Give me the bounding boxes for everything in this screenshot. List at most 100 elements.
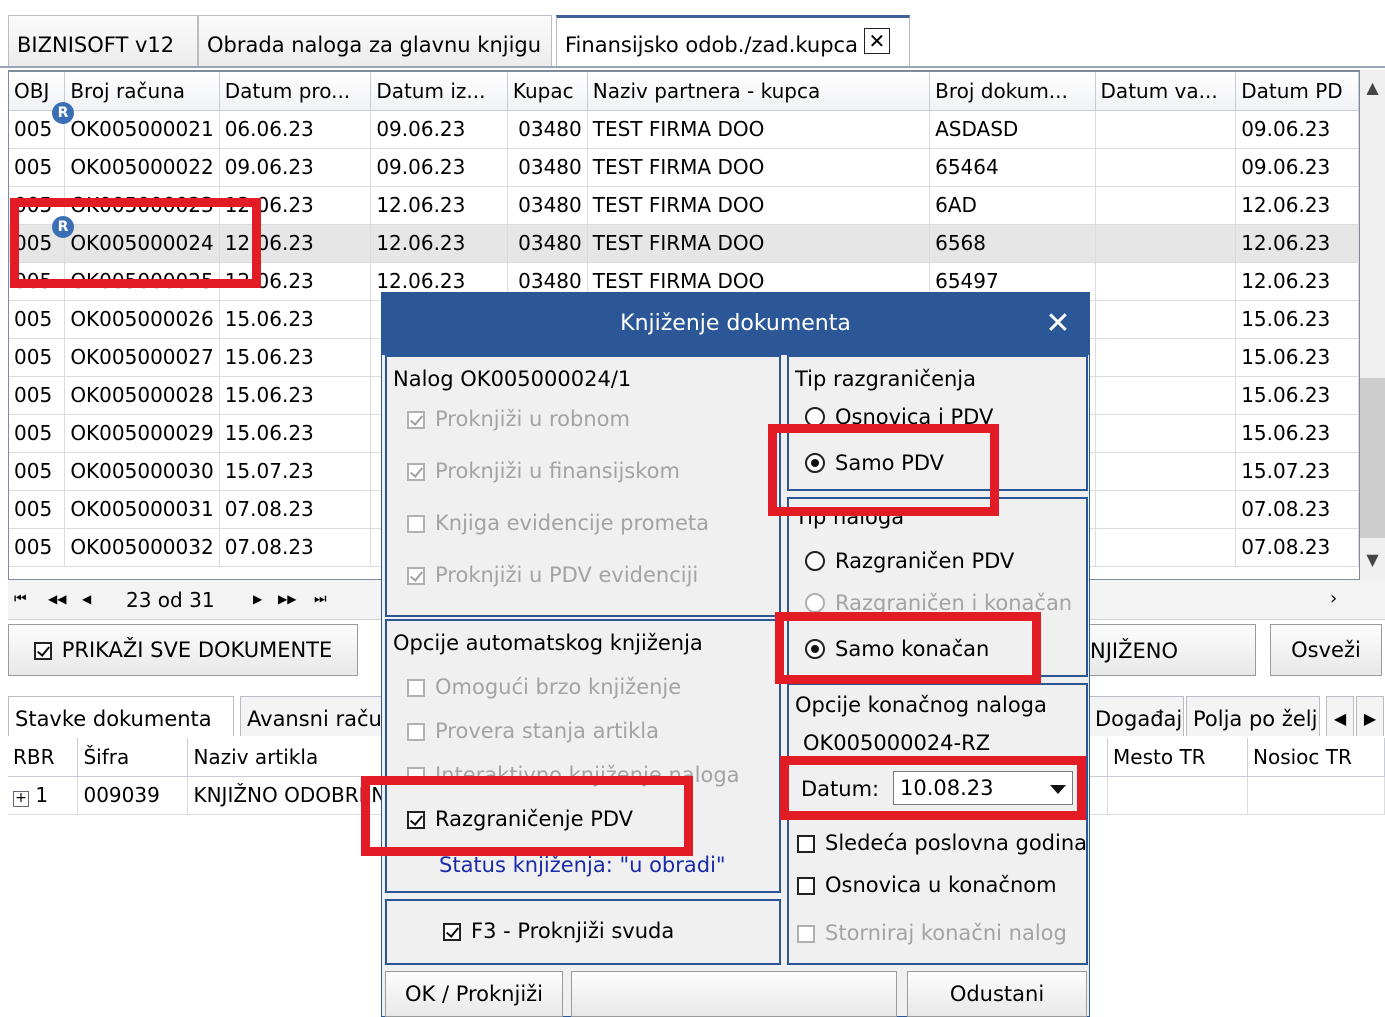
table-cell: OK005000021	[64, 110, 220, 149]
next-fiscal-year-checkbox[interactable]: Sledeća poslovna godina	[797, 831, 1086, 855]
table-cell	[1095, 148, 1237, 187]
tab-biznisoft[interactable]: BIZNISOFT v12	[8, 15, 198, 67]
col-header[interactable]: Broj računa	[64, 72, 220, 111]
radio-deferred-and-final[interactable]: Razgraničen i konačan	[805, 591, 1072, 615]
chevron-down-icon[interactable]	[1050, 785, 1066, 794]
table-cell: 12.06.23	[1235, 262, 1359, 301]
checkbox-icon	[797, 925, 815, 943]
close-icon[interactable]: ✕	[1043, 293, 1073, 355]
record-position: 23 od 31	[126, 588, 215, 612]
interactive-posting-checkbox[interactable]: Interaktivno knjiženje naloga	[407, 763, 740, 787]
tab-label: Polja po želj	[1193, 707, 1318, 731]
radio-final-only[interactable]: Samo konačan	[805, 637, 989, 661]
stock-check-checkbox[interactable]: Provera stanja artikla	[407, 719, 659, 743]
post-everywhere-group: F3 - Proknjiži svuda	[385, 899, 781, 965]
cancel-button[interactable]: Odustani	[907, 971, 1087, 1017]
table-cell: 005	[9, 148, 66, 187]
expand-icon[interactable]: +	[13, 791, 29, 807]
tab-polja-po-zelji[interactable]: Polja po želj	[1186, 696, 1320, 736]
table-cell: 09.06.23	[370, 110, 508, 149]
table-cell: TEST FIRMA DOO	[587, 110, 931, 149]
table-row[interactable]: 005 OK005000024 12.06.23 12.06.23 03480 TEST …	[9, 224, 1359, 263]
table-cell: 12.06.23	[1235, 224, 1359, 263]
col-header[interactable]: Datum PD	[1235, 72, 1359, 111]
table-row[interactable]: 005 OK005000021 06.06.23 09.06.23 03480 TEST …	[9, 110, 1359, 149]
table-cell: OK005000025	[64, 262, 220, 301]
tab-scroll-left-icon[interactable]: ◀	[1326, 696, 1354, 736]
show-all-documents-checkbox[interactable]: PRIKAŽI SVE DOKUMENTE	[8, 624, 358, 676]
table-cell	[1095, 490, 1237, 529]
col-header[interactable]: Datum va...	[1095, 72, 1237, 111]
col-header[interactable]: Mesto TR	[1107, 738, 1248, 777]
tab-finansijsko-odobrenje[interactable]: Finansijsko odob./zad.kupca ✕	[556, 15, 910, 67]
radio-icon	[805, 639, 825, 659]
post-everywhere-checkbox[interactable]: F3 - Proknjiži svuda	[443, 919, 674, 943]
col-header[interactable]: RBR	[8, 738, 79, 777]
next-page-icon[interactable]: ▶▶	[278, 592, 296, 606]
last-record-icon[interactable]: ⏭	[314, 591, 327, 607]
fast-posting-checkbox[interactable]: Omogući brzo knjiženje	[407, 675, 681, 699]
table-cell: 09.06.23	[219, 148, 372, 187]
scroll-right-icon[interactable]: ›	[1330, 588, 1337, 609]
tab-avansni-racuni[interactable]: Avansni raču	[240, 696, 382, 736]
post-fin-checkbox[interactable]: Proknjiži u finansijskom	[407, 459, 680, 483]
next-record-icon[interactable]: ▶	[253, 592, 262, 606]
table-cell: OK005000026	[64, 300, 220, 339]
prev-record-icon[interactable]: ◀	[82, 592, 91, 606]
checkbox-icon	[407, 463, 425, 481]
radio-label: Razgraničen PDV	[835, 549, 1015, 573]
tab-obrada-naloga[interactable]: Obrada naloga za glavnu knjigu	[198, 15, 552, 67]
kep-checkbox[interactable]: Knjiga evidencije prometa	[407, 511, 709, 535]
table-cell: 07.08.23	[1235, 528, 1359, 567]
col-header[interactable]: Datum pro...	[219, 72, 372, 111]
col-header[interactable]: Šifra	[77, 738, 189, 777]
table-cell: 005	[9, 300, 66, 339]
vat-deferral-checkbox[interactable]: Razgraničenje PDV	[407, 807, 633, 831]
r-badge-icon: R	[52, 102, 74, 124]
tab-scroll-right-icon[interactable]: ▶	[1356, 696, 1384, 736]
table-cell: 12.06.23	[1235, 186, 1359, 225]
radio-vat-only[interactable]: Samo PDV	[805, 451, 944, 475]
col-header[interactable]: Nosioc TR	[1247, 738, 1385, 777]
table-cell: 15.07.23	[1235, 452, 1359, 491]
grid-vertical-scrollbar[interactable]: ▲ ▼	[1360, 70, 1385, 580]
post-robno-checkbox[interactable]: Proknjiži u robnom	[407, 407, 630, 431]
table-cell: 12.06.23	[219, 224, 372, 263]
col-header[interactable]: Broj dokum...	[929, 72, 1096, 111]
checkbox-icon	[407, 811, 425, 829]
ok-post-button[interactable]: OK / Proknjiži	[385, 971, 563, 1017]
radio-base-and-vat[interactable]: Osnovica i PDV	[805, 405, 993, 429]
col-header[interactable]: Datum iz...	[370, 72, 508, 111]
table-row[interactable]: 005 OK005000022 09.06.23 09.06.23 03480 TEST …	[9, 148, 1359, 187]
table-cell: 15.06.23	[1235, 300, 1359, 339]
close-tab-icon[interactable]: ✕	[863, 28, 890, 54]
radio-deferred-vat[interactable]: Razgraničen PDV	[805, 549, 1014, 573]
prev-page-icon[interactable]: ◀◀	[48, 592, 66, 606]
table-cell: 03480	[507, 110, 588, 149]
posted-filter-button[interactable]: NJIŽENO	[1088, 624, 1256, 676]
first-record-icon[interactable]: ⏮	[14, 591, 27, 607]
base-in-final-checkbox[interactable]: Osnovica u konačnom	[797, 873, 1057, 897]
post-pdv-checkbox[interactable]: Proknjiži u PDV evidenciji	[407, 563, 698, 587]
table-cell: TEST FIRMA DOO	[587, 224, 931, 263]
scroll-thumb[interactable]	[1360, 378, 1385, 538]
col-header[interactable]: Kupac	[507, 72, 588, 111]
table-cell: 15.06.23	[219, 338, 372, 377]
col-header[interactable]: Naziv partnera - kupca	[587, 72, 931, 111]
table-row[interactable]: 005 OK005000023 12.06.23 12.06.23 03480 TEST …	[9, 186, 1359, 225]
storno-final-label: Storniraj konačni nalog	[825, 921, 1067, 945]
tab-label: Avansni raču	[247, 707, 382, 731]
table-cell	[1095, 376, 1237, 415]
checkbox-icon	[797, 877, 815, 895]
date-dropdown[interactable]: 10.08.23	[893, 771, 1073, 805]
table-cell	[1095, 224, 1237, 263]
scroll-up-icon[interactable]: ▲	[1360, 78, 1385, 97]
radio-label: Samo PDV	[835, 451, 945, 475]
tab-stavke-dokumenta[interactable]: Stavke dokumenta	[8, 696, 234, 736]
radio-label: Osnovica i PDV	[835, 405, 994, 429]
table-cell: 03480	[507, 224, 588, 263]
refresh-button[interactable]: Osveži	[1270, 624, 1382, 676]
storno-final-checkbox[interactable]: Storniraj konačni nalog	[797, 921, 1067, 945]
tab-dogadjaji[interactable]: Događaji	[1088, 696, 1184, 736]
scroll-down-icon[interactable]: ▼	[1360, 550, 1385, 569]
